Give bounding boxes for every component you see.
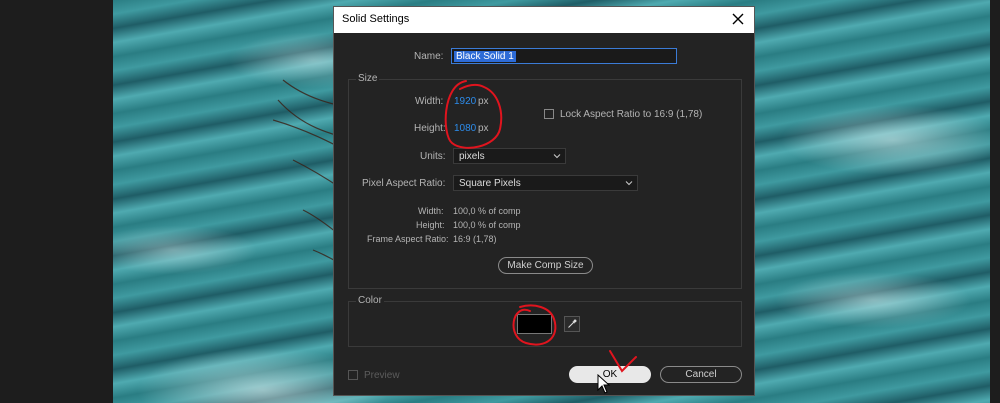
eyedropper-icon[interactable] <box>564 316 580 332</box>
cancel-button[interactable]: Cancel <box>660 366 742 383</box>
name-input[interactable]: Black Solid 1 <box>451 48 677 64</box>
chevron-down-icon <box>625 181 633 186</box>
make-comp-size-button[interactable]: Make Comp Size <box>498 257 593 274</box>
units-value: pixels <box>459 151 485 162</box>
size-group-title: Size <box>356 73 380 84</box>
pixel-aspect-ratio-value: Square Pixels <box>459 178 521 189</box>
lock-aspect-checkbox[interactable] <box>544 109 554 119</box>
pixel-aspect-ratio-dropdown[interactable]: Square Pixels <box>453 175 638 191</box>
preview-checkbox[interactable] <box>348 370 358 380</box>
info-height-value: 100,0 % of comp <box>453 220 521 230</box>
name-label: Name: <box>414 51 444 62</box>
color-swatch[interactable] <box>517 314 552 334</box>
height-label: Height: <box>414 123 446 134</box>
title-bar: Solid Settings <box>334 7 754 33</box>
dialog-title: Solid Settings <box>342 13 410 25</box>
preview-label: Preview <box>364 370 400 381</box>
pixel-aspect-ratio-label: Pixel Aspect Ratio: <box>362 178 446 189</box>
name-value: Black Solid 1 <box>454 51 516 62</box>
info-width-label: Width: <box>418 206 444 216</box>
units-dropdown[interactable]: pixels <box>453 148 566 164</box>
width-label: Width: <box>415 96 444 107</box>
height-value[interactable]: 1080 <box>454 123 476 134</box>
left-panel <box>0 0 113 403</box>
mouse-cursor-icon <box>597 374 611 394</box>
close-icon[interactable] <box>728 9 748 29</box>
width-value[interactable]: 1920 <box>454 96 476 107</box>
chevron-down-icon <box>553 154 561 159</box>
width-unit: px <box>478 96 489 107</box>
color-group-title: Color <box>356 295 384 306</box>
solid-settings-dialog: Solid Settings Name: Black Solid 1 Size … <box>333 6 755 396</box>
info-height-label: Height: <box>416 220 445 230</box>
info-width-value: 100,0 % of comp <box>453 206 521 216</box>
frame-aspect-ratio-value: 16:9 (1,78) <box>453 234 497 244</box>
lock-aspect-label: Lock Aspect Ratio to 16:9 (1,78) <box>560 109 703 120</box>
height-unit: px <box>478 123 489 134</box>
units-label: Units: <box>420 151 446 162</box>
right-panel <box>990 0 1000 403</box>
frame-aspect-ratio-label: Frame Aspect Ratio: <box>367 234 449 244</box>
